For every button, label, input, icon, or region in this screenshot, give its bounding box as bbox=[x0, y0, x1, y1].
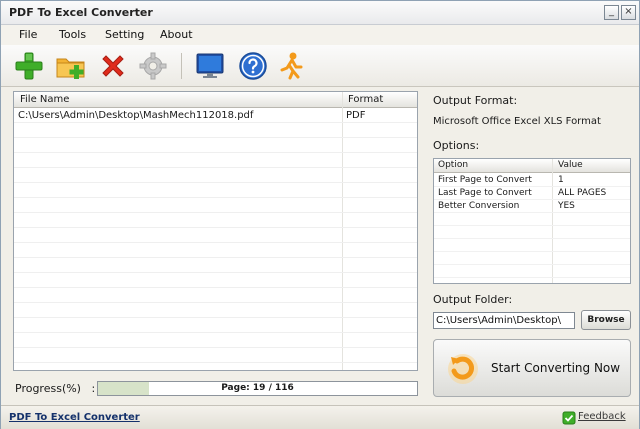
settings-gear-icon bbox=[139, 52, 167, 80]
option-name: Last Page to Convert bbox=[438, 188, 532, 198]
option-value: YES bbox=[558, 201, 575, 211]
remove-icon bbox=[102, 55, 124, 77]
help-button[interactable] bbox=[237, 50, 269, 82]
column-header-value[interactable]: Value bbox=[558, 160, 583, 170]
monitor-button[interactable] bbox=[194, 50, 226, 82]
remove-button[interactable] bbox=[97, 50, 129, 82]
progress-label-text: Progress(%) bbox=[15, 382, 81, 395]
table-row-empty bbox=[14, 289, 417, 303]
file-list[interactable]: File Name Format C:\Users\Admin\Desktop\… bbox=[13, 91, 418, 371]
progress-text: Page: 19 / 116 bbox=[221, 383, 294, 393]
monitor-icon bbox=[196, 53, 224, 78]
file-name-cell: C:\Users\Admin\Desktop\MashMech112018.pd… bbox=[18, 110, 254, 121]
table-row-empty bbox=[14, 154, 417, 168]
feedback-label: Feedback bbox=[578, 411, 626, 422]
output-format-label: Output Format: bbox=[433, 94, 518, 107]
option-row-empty bbox=[434, 253, 630, 265]
table-row-empty bbox=[14, 319, 417, 333]
add-file-button[interactable] bbox=[13, 50, 45, 82]
menu-tools[interactable]: Tools bbox=[59, 28, 86, 41]
table-row[interactable]: C:\Users\Admin\Desktop\MashMech112018.pd… bbox=[14, 109, 417, 123]
table-row-empty bbox=[14, 244, 417, 258]
file-list-header: File Name Format bbox=[14, 92, 417, 108]
column-header-option[interactable]: Option bbox=[438, 160, 468, 170]
run-button[interactable] bbox=[275, 50, 307, 82]
column-header-format[interactable]: Format bbox=[348, 94, 383, 105]
table-row-empty bbox=[14, 304, 417, 318]
table-row-empty bbox=[14, 229, 417, 243]
column-header-file-name[interactable]: File Name bbox=[20, 94, 69, 105]
table-row-empty bbox=[14, 274, 417, 288]
minimize-button[interactable]: _ bbox=[604, 5, 619, 20]
title-bar[interactable]: PDF To Excel Converter _ × bbox=[1, 1, 639, 25]
start-converting-button[interactable]: Start Converting Now bbox=[433, 339, 631, 397]
window-title: PDF To Excel Converter bbox=[9, 6, 153, 19]
option-row-empty bbox=[434, 266, 630, 278]
start-converting-label: Start Converting Now bbox=[491, 361, 621, 375]
status-bar: PDF To Excel Converter Feedback bbox=[1, 405, 639, 429]
menu-setting[interactable]: Setting bbox=[105, 28, 144, 41]
table-row-empty bbox=[14, 349, 417, 363]
table-row-empty bbox=[14, 259, 417, 273]
output-folder-label: Output Folder: bbox=[433, 293, 513, 306]
progress-label: Progress(%) : bbox=[15, 382, 95, 395]
menu-about[interactable]: About bbox=[160, 28, 193, 41]
app-home-link[interactable]: PDF To Excel Converter bbox=[9, 412, 140, 423]
table-row-empty bbox=[14, 184, 417, 198]
output-format-value: Microsoft Office Excel XLS Format bbox=[433, 116, 601, 127]
menu-file[interactable]: File bbox=[19, 28, 37, 41]
options-table[interactable]: Option Value First Page to Convert 1 Las… bbox=[433, 158, 631, 284]
toolbar-separator bbox=[181, 53, 182, 79]
add-folder-icon bbox=[56, 58, 85, 79]
output-folder-input[interactable] bbox=[433, 312, 575, 329]
close-button[interactable]: × bbox=[621, 5, 636, 20]
option-row-last-page[interactable]: Last Page to Convert ALL PAGES bbox=[434, 188, 630, 200]
options-table-header: Option Value bbox=[434, 159, 630, 173]
table-row-empty bbox=[14, 124, 417, 138]
progress-bar: Page: 19 / 116 bbox=[97, 381, 418, 396]
option-row-empty bbox=[434, 227, 630, 239]
option-row-first-page[interactable]: First Page to Convert 1 bbox=[434, 175, 630, 187]
browse-button[interactable]: Browse bbox=[581, 310, 631, 330]
table-row-empty bbox=[14, 334, 417, 348]
option-row-empty bbox=[434, 214, 630, 226]
option-name: Better Conversion bbox=[438, 201, 520, 211]
options-label: Options: bbox=[433, 139, 480, 152]
app-window: PDF To Excel Converter _ × File Tools Se… bbox=[0, 0, 640, 429]
table-row-empty bbox=[14, 214, 417, 228]
menu-bar: File Tools Setting About bbox=[1, 25, 639, 45]
option-value: ALL PAGES bbox=[558, 188, 607, 198]
option-row-empty bbox=[434, 240, 630, 252]
file-format-cell: PDF bbox=[346, 110, 366, 121]
help-icon bbox=[239, 52, 267, 80]
option-value: 1 bbox=[558, 175, 564, 185]
table-row-empty bbox=[14, 199, 417, 213]
settings-button[interactable] bbox=[137, 50, 169, 82]
table-row-empty bbox=[14, 169, 417, 183]
toolbar bbox=[1, 45, 639, 87]
feedback-icon bbox=[562, 411, 576, 425]
table-row-empty bbox=[14, 139, 417, 153]
run-person-icon bbox=[280, 52, 303, 80]
option-row-better-conversion[interactable]: Better Conversion YES bbox=[434, 201, 630, 213]
add-folder-button[interactable] bbox=[55, 50, 87, 82]
progress-label-colon: : bbox=[91, 382, 96, 395]
add-file-icon bbox=[15, 52, 43, 80]
option-name: First Page to Convert bbox=[438, 175, 532, 185]
convert-refresh-icon bbox=[448, 354, 478, 384]
